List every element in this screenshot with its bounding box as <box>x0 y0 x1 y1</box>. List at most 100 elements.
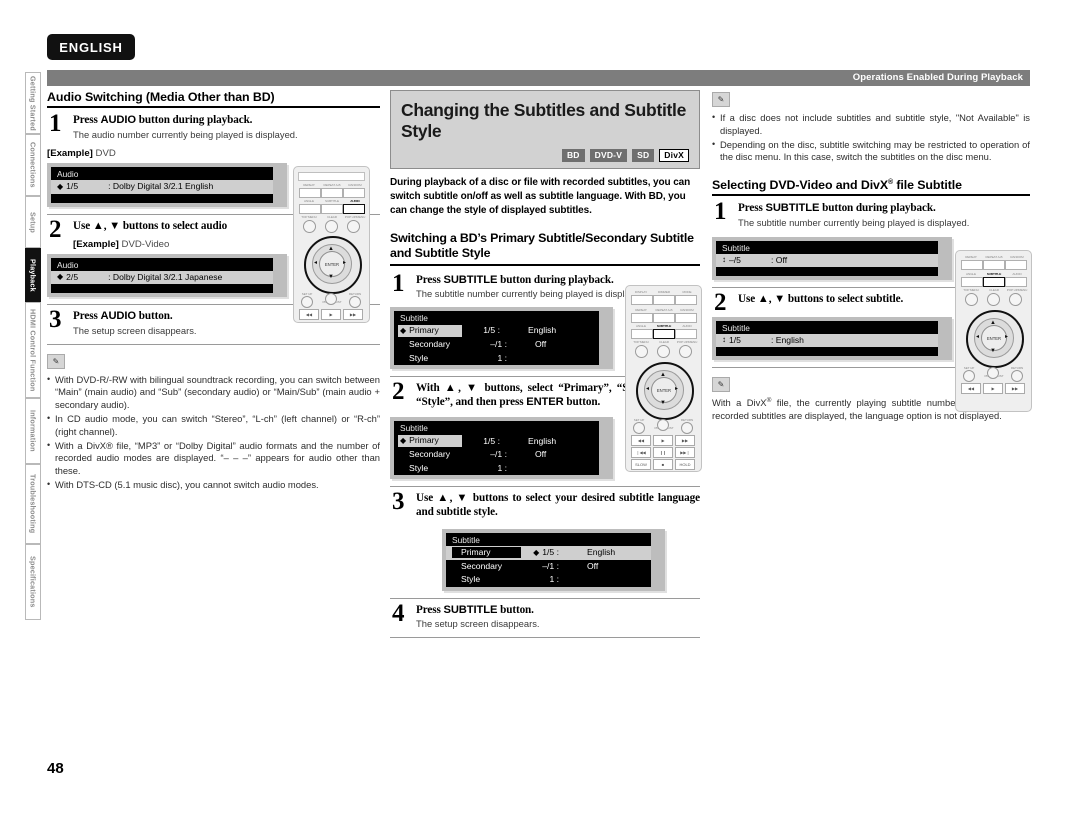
remote-key-setup[interactable] <box>633 422 645 434</box>
remote-key-angle[interactable] <box>631 329 653 339</box>
remote-label-top-menu: TOP MENU <box>633 340 649 344</box>
osd-title: Subtitle <box>452 534 480 545</box>
osd-number: 2/5 <box>66 271 79 282</box>
remote-key-audio[interactable] <box>343 204 365 214</box>
osd-subtitle-screen-1: Subtitle ◆ Primary 1/5 : English Secondar… <box>390 307 613 370</box>
remote-key-return[interactable] <box>349 296 361 308</box>
remote-key-subtitle[interactable] <box>653 329 675 339</box>
remote-key-pause[interactable]: ❙❙ <box>653 447 673 458</box>
osd-label: Secondary <box>409 449 451 460</box>
remote-key-play[interactable]: ▶ <box>653 435 673 446</box>
osd-subtitle-screen-3: Subtitle Primary ◆ 1/5 : English Secondar… <box>442 528 665 591</box>
remote-key-hold[interactable]: HOLD <box>675 459 695 470</box>
sidebar-item-specifications[interactable]: Specifications <box>25 544 41 620</box>
osd-number: 1 : <box>497 352 507 363</box>
sidebar-item-information[interactable]: Information <box>25 398 41 464</box>
remote-key-next[interactable]: ▶▶❘ <box>675 447 695 458</box>
osd-row-style: Style 1 : <box>394 352 599 366</box>
remote-key-return[interactable] <box>681 422 693 434</box>
remote-key-play[interactable]: ▶ <box>321 309 341 320</box>
remote-key-display[interactable] <box>631 295 653 305</box>
sidebar-item-setup[interactable]: Setup <box>25 196 41 248</box>
step-subtitle: The setup screen disappears. <box>73 324 197 336</box>
remote-key-pict-adjust[interactable] <box>325 293 337 305</box>
step-3-select-language: 3 Use ▲, ▼ buttons to select your desire… <box>390 488 700 519</box>
remote-key-setup[interactable] <box>301 296 313 308</box>
step-number: 4 <box>392 599 405 627</box>
osd-title: Audio <box>57 169 79 180</box>
remote-key-repeat-ab[interactable] <box>983 260 1005 270</box>
remote-key-dimmer[interactable] <box>653 295 675 305</box>
step-1-press-subtitle: 1 Press SUBTITLE button during playback.… <box>712 199 1030 228</box>
sidebar-item-connections[interactable]: Connections <box>25 134 41 196</box>
remote-key-top-menu[interactable] <box>965 293 978 306</box>
remote-label-subtitle: SUBTITLE <box>656 324 672 328</box>
sidebar-item-getting-started[interactable]: Getting Started <box>25 72 41 134</box>
osd-number: ◆ 1/5 : <box>533 546 559 557</box>
remote-key-forward[interactable]: ▶▶ <box>343 309 363 320</box>
osd-number: 1/5 : <box>483 325 500 336</box>
remote-key-popup-menu[interactable] <box>1009 293 1022 306</box>
sidebar-item-troubleshooting[interactable]: Troubleshooting <box>25 464 41 544</box>
updown-marker-icon: ↕ <box>722 254 726 264</box>
remote-key-repeat-ab[interactable] <box>653 313 675 323</box>
remote-key-clear[interactable] <box>987 293 1000 306</box>
remote-key-subtitle[interactable] <box>321 204 343 214</box>
remote-key-clear[interactable] <box>325 220 338 233</box>
remote-key-slow[interactable]: SLOW <box>631 459 651 470</box>
remote-key-stop[interactable]: ■ <box>653 459 673 470</box>
example-label-dvd: [Example] DVD <box>47 148 116 160</box>
remote-key-pict-adjust[interactable] <box>657 419 669 431</box>
remote-label-subtitle: SUBTITLE <box>986 272 1002 276</box>
note-item: With a DivX® file, “MP3” or “Dolby Digit… <box>47 439 380 478</box>
note-block-subtitle-top: If a disc does not include subtitles and… <box>712 111 1030 164</box>
remote-control-illustration-3: REPEAT REPEAT A-B RANDOM ANGLE SUBTITLE … <box>955 250 1032 412</box>
osd-subtitle-screen-2: Subtitle ◆ Primary 1/5 : English Secondar… <box>390 417 613 480</box>
remote-key-repeat[interactable] <box>631 313 653 323</box>
osd-value: : Dolby Digital 3/2.1 Japanese <box>108 271 223 282</box>
remote-key-audio[interactable] <box>1005 277 1027 287</box>
sub-section-heading: Switching a BD’s Primary Subtitle/Second… <box>390 231 700 266</box>
remote-key-top-menu[interactable] <box>303 220 316 233</box>
osd-value: English <box>528 435 557 446</box>
remote-key-setup[interactable] <box>963 370 975 382</box>
remote-label-random: RANDOM <box>348 183 362 187</box>
remote-key-repeat[interactable] <box>961 260 983 270</box>
section-heading-audio-switching: Audio Switching (Media Other than BD) <box>47 90 380 108</box>
remote-key-pict-adjust[interactable] <box>987 367 999 379</box>
remote-key-return[interactable] <box>1011 370 1023 382</box>
osd-value: English <box>587 546 616 557</box>
remote-key-rewind[interactable]: ◀◀ <box>961 383 981 394</box>
remote-key-random[interactable] <box>675 313 697 323</box>
remote-key-play[interactable]: ▶ <box>983 383 1003 394</box>
sidebar-item-label: Information <box>28 410 38 452</box>
remote-key-clear[interactable] <box>657 345 670 358</box>
remote-key-angle[interactable] <box>961 277 983 287</box>
format-badge-dvd-v: DVD-V <box>589 149 628 163</box>
sidebar-item-hdmi-control-function[interactable]: HDMI Control Function <box>25 302 41 398</box>
remote-label-repeat-ab: REPEAT A-B <box>655 308 673 312</box>
remote-key-prev[interactable]: ❘◀◀ <box>631 447 651 458</box>
remote-key-top-menu[interactable] <box>635 345 648 358</box>
step-number: 3 <box>392 488 405 516</box>
format-badge-group: BD DVD-V SD DivX <box>401 149 689 163</box>
remote-key-random[interactable] <box>343 188 365 198</box>
sidebar-item-playback[interactable]: Playback <box>25 248 41 302</box>
remote-key-forward[interactable]: ▶▶ <box>1005 383 1025 394</box>
remote-key-subtitle[interactable] <box>983 277 1005 287</box>
remote-key-mode[interactable] <box>675 295 697 305</box>
remote-key-popup-menu[interactable] <box>347 220 360 233</box>
remote-label-repeat: REPEAT <box>303 183 315 187</box>
remote-key-rewind[interactable]: ◀◀ <box>631 435 651 446</box>
remote-key-angle[interactable] <box>299 204 321 214</box>
remote-key-audio[interactable] <box>675 329 697 339</box>
remote-key-popup-menu[interactable] <box>679 345 692 358</box>
remote-key-forward[interactable]: ▶▶ <box>675 435 695 446</box>
remote-key-random[interactable] <box>1005 260 1027 270</box>
remote-key-repeat[interactable] <box>299 188 321 198</box>
remote-label-random: RANDOM <box>680 308 694 312</box>
remote-key-rewind[interactable]: ◀◀ <box>299 309 319 320</box>
osd-value: : Dolby Digital 3/2.1 English <box>108 181 214 192</box>
osd-row-style: Style 1 : <box>446 573 651 587</box>
remote-key-repeat-ab[interactable] <box>321 188 343 198</box>
